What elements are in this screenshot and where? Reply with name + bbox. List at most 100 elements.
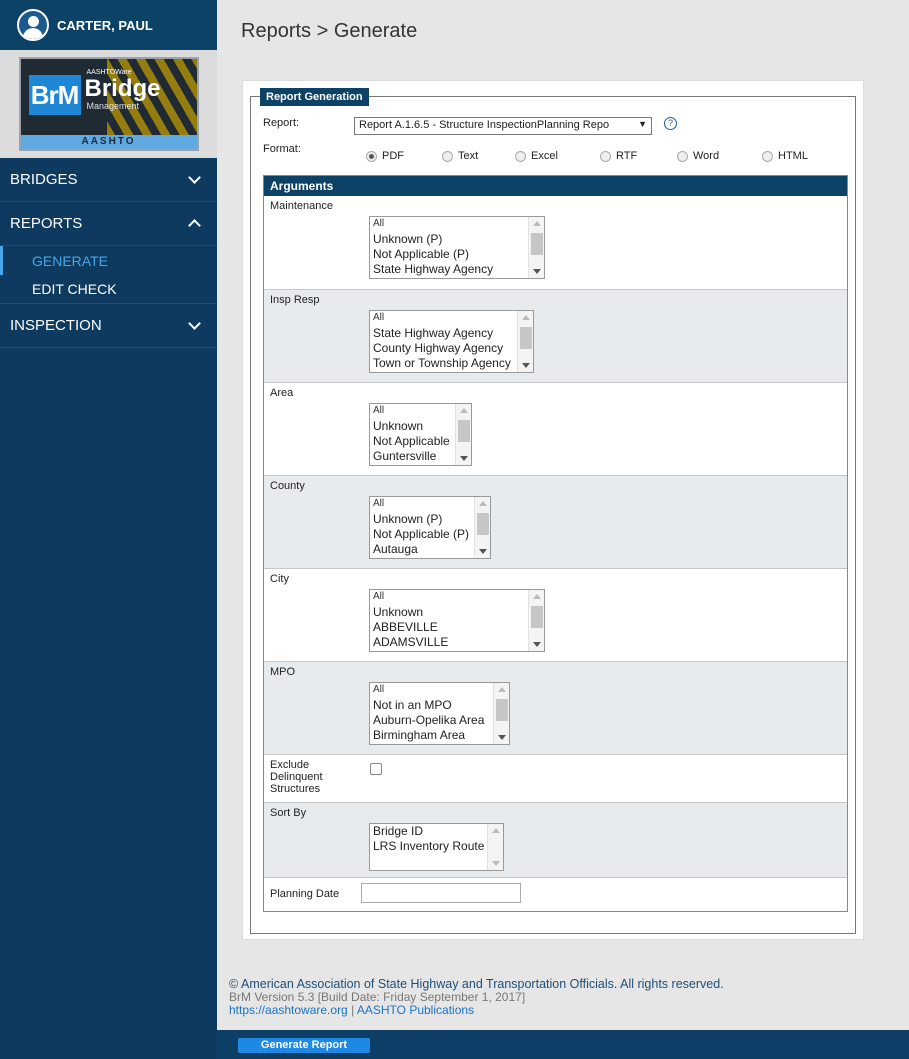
list-option[interactable]: Unknown (370, 605, 544, 620)
format-radio-word[interactable]: Word (677, 150, 719, 162)
nav-item-reports[interactable]: REPORTS (0, 202, 217, 246)
list-option[interactable]: Autauga (370, 542, 490, 557)
logo-area: BrM AASHTOWare Bridge Management AASHTO (0, 50, 217, 158)
city-listbox[interactable]: All Unknown ABBEVILLE ADAMSVILLE (369, 589, 545, 652)
scrollbar[interactable] (517, 311, 533, 372)
arg-label-line: Delinquent (270, 771, 323, 783)
nav-subitem-generate[interactable]: GENERATE (0, 246, 217, 275)
aashto-publications-link[interactable]: AASHTO Publications (357, 1003, 474, 1017)
radio-selected-icon (366, 150, 377, 162)
planning-date-input[interactable] (361, 883, 521, 903)
mpo-listbox[interactable]: All Not in an MPO Auburn-Opelika Area Bi… (369, 682, 510, 745)
scrollbar[interactable] (493, 683, 509, 744)
county-listbox[interactable]: All Unknown (P) Not Applicable (P) Autau… (369, 496, 491, 559)
format-radio-html[interactable]: HTML (762, 150, 808, 162)
format-radio-excel[interactable]: Excel (515, 150, 558, 162)
user-avatar-icon (17, 9, 49, 41)
list-option[interactable]: Not Applicable (P) (370, 247, 544, 262)
list-option[interactable]: County Highway Agency (370, 341, 533, 356)
logo-management-text: Management (86, 101, 140, 111)
format-radio-pdf[interactable]: PDF (366, 150, 404, 162)
format-radio-rtf[interactable]: RTF (600, 150, 637, 162)
radio-label: RTF (616, 150, 638, 162)
scrollbar[interactable] (528, 590, 544, 651)
list-option[interactable]: State Highway Agency (370, 326, 533, 341)
exclude-delinquent-checkbox[interactable] (370, 763, 382, 775)
nav-item-label: BRIDGES (10, 171, 78, 188)
radio-label: Word (693, 150, 720, 162)
list-option[interactable]: State Highway Agency (370, 262, 544, 277)
list-option[interactable]: Unknown (P) (370, 512, 490, 527)
chevron-up-icon (188, 219, 201, 232)
logo-aashto-text: AASHTO (20, 135, 197, 149)
list-option[interactable]: Birmingham Area (370, 728, 509, 743)
format-radio-text[interactable]: Text (442, 150, 478, 162)
link-separator: | (351, 1003, 355, 1017)
arg-row-exclude-delinquent: Exclude Delinquent Structures (264, 754, 847, 802)
nav-item-label: REPORTS (10, 215, 83, 232)
scrollbar[interactable] (474, 497, 490, 558)
list-option[interactable]: ADAMSVILLE (370, 635, 544, 650)
user-bar[interactable]: CARTER, PAUL (0, 0, 217, 50)
report-card: Report Generation Report: Report A.1.6.5… (242, 80, 864, 940)
radio-label: HTML (778, 150, 808, 162)
radio-label: PDF (382, 150, 404, 162)
list-option[interactable]: LRS Inventory Route (370, 839, 503, 854)
list-option[interactable]: Auburn-Opelika Area (370, 713, 509, 728)
report-label: Report: (263, 117, 300, 129)
arg-row-city: City All Unknown ABBEVILLE ADAMSVILLE (264, 568, 847, 661)
arg-label: Area (270, 387, 294, 399)
radio-icon (442, 150, 453, 162)
list-option[interactable]: Town or Township Agency (370, 356, 533, 371)
list-option[interactable]: Not in an MPO (370, 698, 509, 713)
action-bar: Generate Report (217, 1030, 909, 1059)
area-listbox[interactable]: All Unknown Not Applicable Guntersville (369, 403, 472, 466)
aashtoware-link[interactable]: https://aashtoware.org (229, 1003, 348, 1017)
arg-row-planning-date: Planning Date (264, 877, 847, 911)
nav-subitem-edit-check[interactable]: EDIT CHECK (0, 275, 217, 304)
arg-label-line: Structures (270, 783, 321, 795)
list-option[interactable]: Bridge ID (370, 824, 503, 839)
generate-report-button[interactable]: Generate Report (238, 1038, 370, 1053)
chevron-down-icon (188, 171, 201, 184)
arg-label: County (270, 480, 305, 492)
nav-item-bridges[interactable]: BRIDGES (0, 158, 217, 202)
radio-label: Excel (531, 150, 558, 162)
radio-icon (600, 150, 611, 162)
arg-label: City (270, 573, 289, 585)
help-icon[interactable]: ? (664, 117, 677, 130)
list-option[interactable]: All (370, 497, 490, 512)
radio-label: Text (458, 150, 479, 162)
arg-label: Planning Date (270, 888, 340, 900)
list-option[interactable]: All (370, 311, 533, 326)
arg-row-mpo: MPO All Not in an MPO Auburn-Opelika Are… (264, 661, 847, 754)
list-option[interactable]: Not Applicable (P) (370, 527, 490, 542)
report-select[interactable]: Report A.1.6.5 - Structure InspectionPla… (354, 117, 652, 135)
sort-by-listbox[interactable]: Bridge ID LRS Inventory Route (369, 823, 504, 871)
maintenance-listbox[interactable]: All Unknown (P) Not Applicable (P) State… (369, 216, 545, 279)
logo-bridge-text: Bridge (84, 75, 161, 102)
list-option[interactable]: All (370, 683, 509, 698)
arg-row-county: County All Unknown (P) Not Applicable (P… (264, 475, 847, 568)
list-option[interactable]: ABBEVILLE (370, 620, 544, 635)
list-option[interactable]: Unknown (P) (370, 232, 544, 247)
radio-icon (677, 150, 688, 162)
sidebar: CARTER, PAUL BrM AASHTOWare Bridge Manag… (0, 0, 217, 1059)
arg-label-line: Exclude (270, 759, 310, 771)
list-option[interactable]: All (370, 590, 544, 605)
insp-resp-listbox[interactable]: All State Highway Agency County Highway … (369, 310, 534, 373)
chevron-down-icon (188, 317, 201, 330)
report-select-value: Report A.1.6.5 - Structure InspectionPla… (359, 119, 610, 131)
scrollbar[interactable] (528, 217, 544, 278)
nav-item-inspection[interactable]: INSPECTION (0, 304, 217, 348)
arg-label: MPO (270, 666, 296, 678)
scrollbar[interactable] (455, 404, 471, 465)
arg-label: Exclude Delinquent Structures (270, 759, 323, 795)
scrollbar[interactable] (487, 824, 503, 870)
arg-label: Sort By (270, 807, 307, 819)
radio-icon (515, 150, 526, 162)
arguments-header: Arguments (264, 176, 847, 196)
radio-icon (762, 150, 773, 162)
arg-row-insp-resp: Insp Resp All State Highway Agency Count… (264, 289, 847, 382)
list-option[interactable]: All (370, 217, 544, 232)
